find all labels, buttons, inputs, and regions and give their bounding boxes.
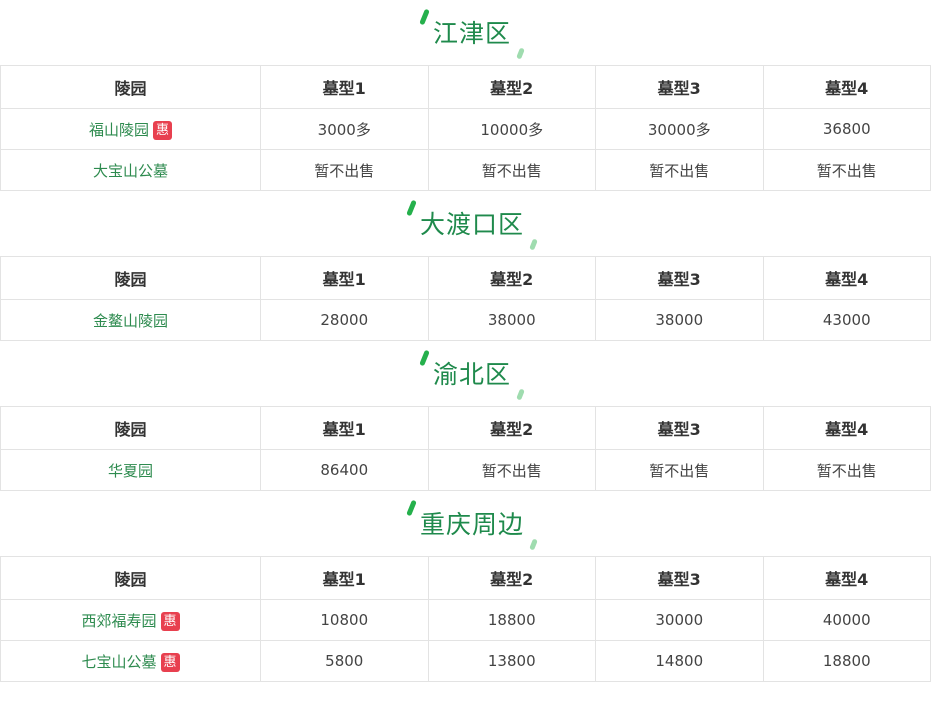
price-cell: 30000 [595, 599, 764, 641]
price-cell: 14800 [595, 640, 764, 682]
price-table: 陵园 墓型1 墓型2 墓型3 墓型4 福山陵园惠 3000多 10000多 30… [0, 65, 931, 191]
header-type-3: 墓型3 [595, 65, 764, 109]
cemetery-cell: 西郊福寿园惠 [0, 599, 261, 641]
price-cell: 38000 [595, 299, 764, 341]
section-heading: 大渡口区 [0, 191, 944, 256]
header-type-3: 墓型3 [595, 556, 764, 600]
section-title: 大渡口区 [419, 210, 524, 239]
price-table: 陵园 墓型1 墓型2 墓型3 墓型4 西郊福寿园惠 10800 18800 30… [0, 556, 931, 682]
title-decoration-right [516, 388, 525, 401]
table-header-row: 陵园 墓型1 墓型2 墓型3 墓型4 [0, 556, 931, 600]
price-cell: 18800 [762, 640, 931, 682]
header-type-1: 墓型1 [260, 556, 429, 600]
table-row: 华夏园 86400 暂不出售 暂不出售 暂不出售 [0, 449, 931, 491]
cemetery-link[interactable]: 大宝山公墓 [93, 162, 168, 180]
price-cell: 30000多 [595, 108, 764, 150]
section-chongqing-surroundings: 重庆周边 陵园 墓型1 墓型2 墓型3 墓型4 西郊福寿园惠 10800 188… [0, 491, 944, 682]
price-table: 陵园 墓型1 墓型2 墓型3 墓型4 金鳌山陵园 28000 38000 380… [0, 256, 931, 341]
price-cell: 86400 [260, 449, 429, 491]
title-decoration-left [419, 8, 430, 26]
header-type-2: 墓型2 [427, 556, 596, 600]
section-dadukou: 大渡口区 陵园 墓型1 墓型2 墓型3 墓型4 金鳌山陵园 28000 3800… [0, 191, 944, 341]
section-title: 渝北区 [432, 360, 511, 389]
header-cemetery: 陵园 [0, 256, 261, 300]
price-cell: 暂不出售 [427, 149, 596, 191]
section-heading: 江津区 [0, 0, 944, 65]
cemetery-link[interactable]: 西郊福寿园 [81, 612, 156, 630]
table-row: 七宝山公墓惠 5800 13800 14800 18800 [0, 640, 931, 682]
section-title: 江津区 [432, 19, 511, 48]
cemetery-cell: 福山陵园惠 [0, 108, 261, 150]
price-table: 陵园 墓型1 墓型2 墓型3 墓型4 华夏园 86400 暂不出售 暂不出售 暂… [0, 406, 931, 491]
header-type-1: 墓型1 [260, 406, 429, 450]
cemetery-link[interactable]: 金鳌山陵园 [93, 312, 168, 330]
price-cell: 18800 [427, 599, 596, 641]
title-decoration-left [406, 499, 417, 517]
price-cell: 暂不出售 [595, 149, 764, 191]
table-row: 西郊福寿园惠 10800 18800 30000 40000 [0, 599, 931, 641]
price-cell: 43000 [762, 299, 931, 341]
section-title-wrap: 大渡口区 [406, 199, 538, 251]
price-cell: 5800 [260, 640, 429, 682]
header-cemetery: 陵园 [0, 65, 261, 109]
section-title-wrap: 江津区 [419, 8, 525, 60]
header-cemetery: 陵园 [0, 556, 261, 600]
discount-badge: 惠 [160, 611, 180, 631]
price-cell: 10800 [260, 599, 429, 641]
price-cell: 暂不出售 [595, 449, 764, 491]
section-jiangjin: 江津区 陵园 墓型1 墓型2 墓型3 墓型4 福山陵园惠 3000多 10000… [0, 0, 944, 191]
title-decoration-right [529, 238, 538, 251]
cemetery-link[interactable]: 七宝山公墓 [81, 653, 156, 671]
price-cell: 暂不出售 [427, 449, 596, 491]
price-cell: 3000多 [260, 108, 429, 150]
title-decoration-right [516, 47, 525, 60]
cemetery-cell: 七宝山公墓惠 [0, 640, 261, 682]
price-cell: 28000 [260, 299, 429, 341]
header-cemetery: 陵园 [0, 406, 261, 450]
header-type-3: 墓型3 [595, 406, 764, 450]
cemetery-cell: 金鳌山陵园 [0, 299, 261, 341]
cemetery-cell: 华夏园 [0, 449, 261, 491]
price-cell: 40000 [762, 599, 931, 641]
cemetery-cell: 大宝山公墓 [0, 149, 261, 191]
header-type-4: 墓型4 [762, 65, 931, 109]
title-decoration-left [419, 349, 430, 367]
header-type-2: 墓型2 [427, 65, 596, 109]
header-type-4: 墓型4 [762, 406, 931, 450]
section-title-wrap: 重庆周边 [406, 499, 538, 551]
table-header-row: 陵园 墓型1 墓型2 墓型3 墓型4 [0, 256, 931, 300]
cemetery-link[interactable]: 华夏园 [108, 462, 153, 480]
discount-badge: 惠 [160, 652, 180, 672]
price-cell: 暂不出售 [762, 449, 931, 491]
table-row: 金鳌山陵园 28000 38000 38000 43000 [0, 299, 931, 341]
section-yubei: 渝北区 陵园 墓型1 墓型2 墓型3 墓型4 华夏园 86400 暂不出售 暂不… [0, 341, 944, 491]
header-type-4: 墓型4 [762, 256, 931, 300]
section-title: 重庆周边 [419, 510, 524, 539]
header-type-3: 墓型3 [595, 256, 764, 300]
price-cell: 暂不出售 [762, 149, 931, 191]
header-type-1: 墓型1 [260, 65, 429, 109]
header-type-1: 墓型1 [260, 256, 429, 300]
section-heading: 重庆周边 [0, 491, 944, 556]
header-type-2: 墓型2 [427, 406, 596, 450]
table-row: 大宝山公墓 暂不出售 暂不出售 暂不出售 暂不出售 [0, 149, 931, 191]
table-header-row: 陵园 墓型1 墓型2 墓型3 墓型4 [0, 406, 931, 450]
cemetery-link[interactable]: 福山陵园 [89, 121, 149, 139]
price-cell: 36800 [762, 108, 931, 150]
section-heading: 渝北区 [0, 341, 944, 406]
header-type-4: 墓型4 [762, 556, 931, 600]
title-decoration-left [406, 199, 417, 217]
title-decoration-right [529, 538, 538, 551]
section-title-wrap: 渝北区 [419, 349, 525, 401]
table-header-row: 陵园 墓型1 墓型2 墓型3 墓型4 [0, 65, 931, 109]
discount-badge: 惠 [153, 120, 173, 140]
table-row: 福山陵园惠 3000多 10000多 30000多 36800 [0, 108, 931, 150]
price-cell: 暂不出售 [260, 149, 429, 191]
header-type-2: 墓型2 [427, 256, 596, 300]
price-cell: 10000多 [427, 108, 596, 150]
price-cell: 13800 [427, 640, 596, 682]
price-cell: 38000 [427, 299, 596, 341]
